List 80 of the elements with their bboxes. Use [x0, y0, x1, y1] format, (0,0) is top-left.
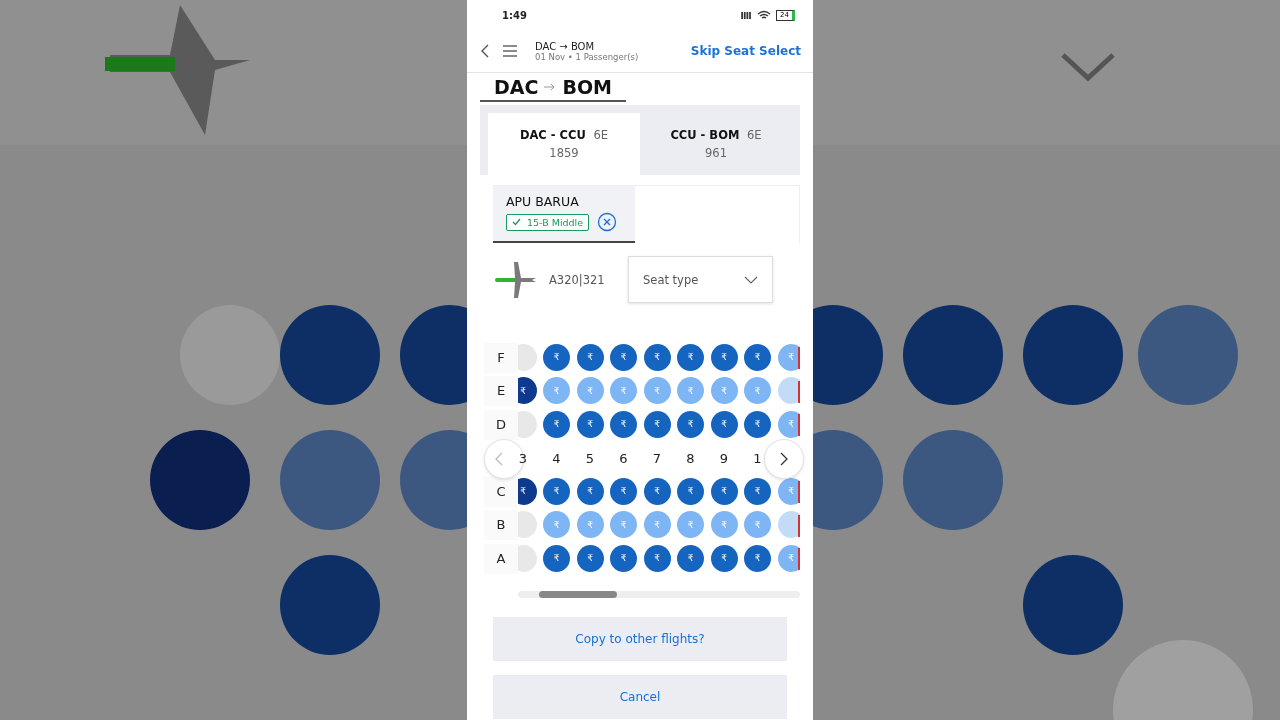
seat[interactable]: ₹: [710, 477, 738, 505]
route-heading: DAC → BOM: [535, 40, 596, 52]
chevron-down-icon: [744, 275, 758, 284]
row-label: A: [484, 543, 518, 574]
row-label: B: [484, 510, 518, 541]
seat[interactable]: ₹: [744, 343, 771, 371]
aircraft-model: A320|321: [549, 272, 606, 287]
next-button[interactable]: [764, 438, 804, 479]
seat[interactable]: ₹: [677, 410, 704, 438]
chevron-left-icon: [495, 451, 503, 466]
flight-tab[interactable]: CCU - BOM 6E 961: [640, 113, 792, 175]
chevron-right-icon: [780, 451, 788, 466]
seat[interactable]: ₹: [576, 544, 604, 572]
seat[interactable]: ₹: [643, 544, 671, 572]
column-number: 4: [551, 450, 562, 466]
seat[interactable]: ₹: [576, 343, 604, 371]
row-label: C: [484, 476, 518, 507]
seat[interactable]: ₹: [543, 343, 570, 371]
action-button[interactable]: Copy to other flights?: [493, 616, 787, 661]
trip-details: 01 Nov • 1 Passenger(s): [535, 51, 640, 62]
seat[interactable]: ₹: [710, 544, 738, 572]
signal-icon: [741, 11, 753, 19]
row-label: E: [484, 376, 518, 407]
seat[interactable]: ₹: [643, 410, 671, 438]
seat[interactable]: ₹: [543, 410, 570, 438]
flight-tab[interactable]: DAC - CCU 6E 1859: [488, 113, 640, 175]
empty-seat[interactable]: [777, 511, 800, 539]
seat[interactable]: ₹: [576, 410, 604, 438]
row-label: F: [484, 342, 518, 373]
seat[interactable]: ₹: [677, 343, 704, 371]
column-number: 1: [752, 450, 763, 466]
seat-type-dropdown[interactable]: Seat type: [628, 256, 773, 303]
arrow-icon: [544, 82, 557, 91]
check-icon: [512, 218, 521, 226]
seat[interactable]: ₹: [643, 477, 671, 505]
origin-code: DAC: [494, 75, 539, 98]
seat[interactable]: ₹: [610, 410, 637, 438]
seat-chip: 15-B Middle: [506, 213, 590, 231]
seat[interactable]: ₹: [643, 343, 671, 371]
seat[interactable]: ₹: [610, 477, 637, 505]
exit-marker: [798, 481, 800, 503]
destination-code: BOM: [562, 75, 612, 98]
status-time: 1:49: [502, 9, 527, 21]
column-number: 6: [618, 450, 629, 466]
seat[interactable]: ₹: [610, 343, 637, 371]
column-number: 3: [518, 450, 529, 466]
remove-icon[interactable]: [597, 212, 618, 232]
back-button[interactable]: [479, 42, 491, 60]
column-number: 9: [718, 450, 730, 466]
exit-marker: [798, 548, 800, 570]
column-number: 5: [584, 450, 596, 466]
skip-seat-select-link[interactable]: Skip Seat Select: [690, 44, 801, 58]
airplane-icon: [494, 259, 538, 300]
seat[interactable]: ₹: [710, 343, 738, 371]
seat[interactable]: ₹: [518, 477, 537, 505]
exit-marker: [798, 514, 800, 537]
seat[interactable]: ₹: [543, 544, 570, 572]
seat[interactable]: ₹: [710, 410, 738, 438]
wifi-icon: [757, 10, 772, 20]
seat[interactable]: ₹: [744, 544, 771, 572]
seat[interactable]: ₹: [543, 477, 570, 505]
seat[interactable]: ₹: [744, 477, 771, 505]
exit-marker: [798, 347, 800, 369]
seat[interactable]: ₹: [744, 410, 771, 438]
empty-seat[interactable]: [777, 377, 800, 405]
seat[interactable]: ₹: [610, 544, 637, 572]
exit-marker: [798, 380, 800, 403]
seat[interactable]: ₹: [518, 377, 537, 405]
column-number: 8: [685, 450, 696, 466]
passenger-name: APU BARUA: [506, 194, 580, 209]
seat[interactable]: ₹: [677, 477, 704, 505]
seat[interactable]: ₹: [677, 544, 704, 572]
action-button[interactable]: Cancel: [493, 674, 787, 719]
scrollbar[interactable]: [518, 590, 800, 598]
seat[interactable]: ₹: [576, 477, 604, 505]
passenger-tab[interactable]: APU BARUA 15-B Middle: [493, 186, 635, 243]
column-number: 7: [651, 450, 663, 466]
exit-marker: [798, 414, 800, 436]
row-label: D: [484, 409, 518, 440]
menu-button[interactable]: [501, 43, 519, 59]
